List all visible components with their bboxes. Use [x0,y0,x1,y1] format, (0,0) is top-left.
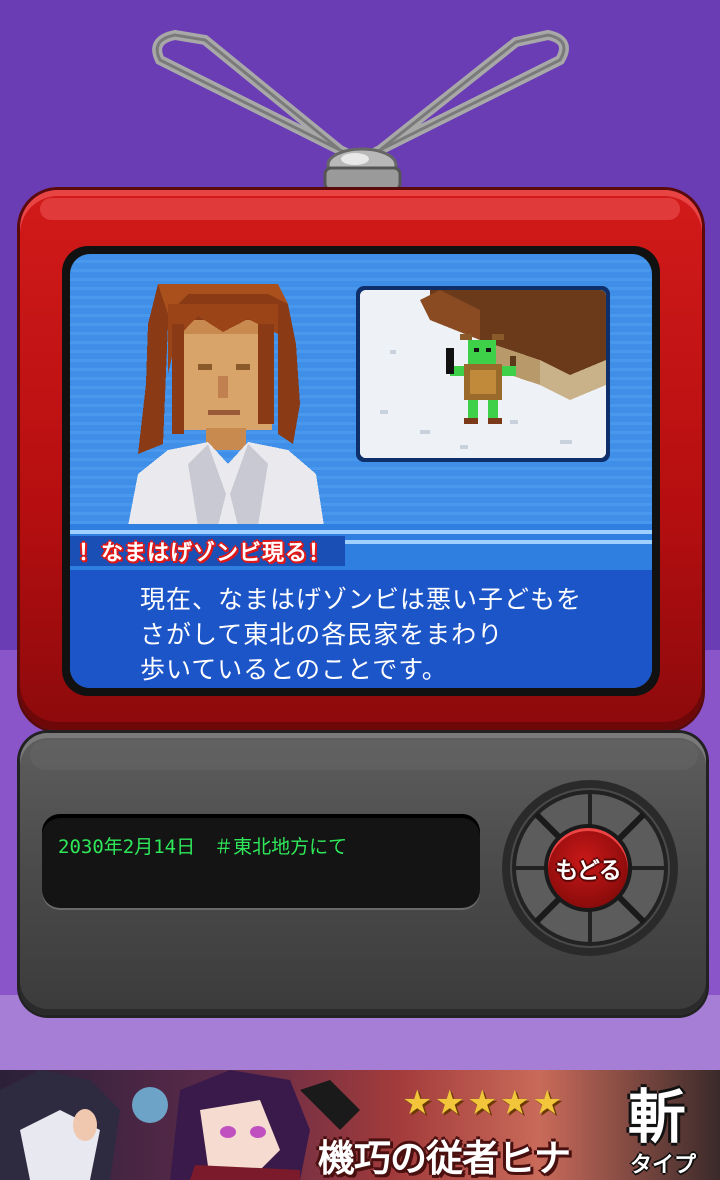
zombie-scene [360,290,606,458]
back-button-label: もどる [555,858,622,884]
antenna-icon [152,29,569,192]
promo-banner[interactable]: ★ ★ ★ ★ ★ 機巧の従者ヒナ 斬 タイプ [0,1070,720,1180]
news-caption-box: 現在、なまはげゾンビは悪い子どもを さがして東北の各民家をまわり 歩いているとの… [70,570,652,688]
news-headline: ！なまはげゾンビ現る！ [78,541,332,566]
star-icon: ★ [531,1083,563,1123]
control-panel-highlight [30,740,698,770]
caption-line: 現在、なまはげゾンビは悪い子どもを [140,585,583,614]
headline-bar: ！なまはげゾンビ現る！ [70,536,346,566]
news-inset-photo [356,286,610,462]
news-anchor-portrait [128,284,324,526]
star-icon: ★ [434,1083,465,1123]
banner-type-label: タイプ [630,1153,697,1178]
star-icon: ★ [499,1083,530,1123]
banner-rarity-stars: ★ ★ ★ ★ ★ [402,1086,562,1120]
banner-type-kanji: 斬 [628,1083,687,1151]
banner-title: 機巧の従者ヒナ [318,1136,571,1180]
caption-line: 歩いているとのことです。 [140,655,448,684]
caption-line: さがして東北の各民家をまわり [140,620,504,649]
star-icon: ★ [466,1083,498,1123]
tv-highlight [40,198,680,220]
lcd-display [42,814,480,908]
star-icon: ★ [402,1083,433,1123]
back-button[interactable]: もどる [548,828,628,908]
tv-screen: ！なまはげゾンビ現る！ 現在、なまはげゾンビは悪い子どもを さがして東北の各民家… [70,254,652,688]
lcd-date-location: 2030年2月14日 ＃東北地方にて [58,836,348,858]
